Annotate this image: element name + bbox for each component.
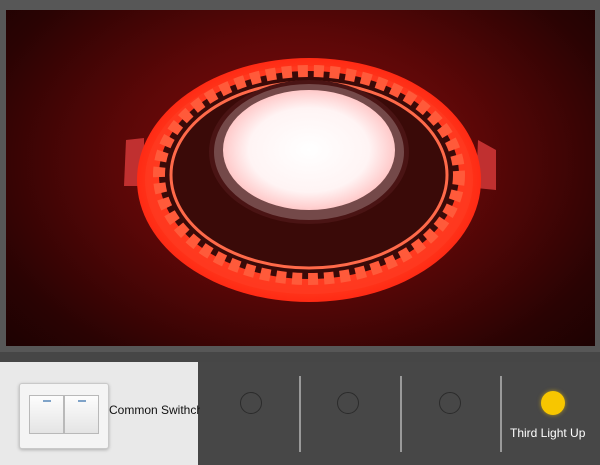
lamp-photo [6, 10, 595, 346]
light-switch-demo: Common Swithch Third Light Up [0, 0, 600, 465]
toggle-label: Third Light Up [510, 426, 586, 440]
light-indicator-1[interactable] [240, 392, 262, 414]
light-indicator-2[interactable] [337, 392, 359, 414]
wall-switch[interactable] [19, 383, 109, 449]
light-indicator-3[interactable] [439, 392, 461, 414]
toggle-divider [299, 376, 301, 452]
indicator-mark-icon [42, 400, 51, 402]
switch-rocker-left[interactable] [29, 395, 64, 434]
round-led-panel-lamp [124, 58, 496, 302]
toggle-divider [500, 376, 502, 452]
indicator-mark-icon [77, 400, 86, 402]
photo-frame [0, 0, 600, 352]
toggle-divider [400, 376, 402, 452]
switch-label: Common Swithch [109, 403, 204, 417]
switch-rocker-right[interactable] [64, 395, 99, 434]
light-indicator-4[interactable] [541, 391, 565, 415]
light-toggles [200, 362, 600, 465]
